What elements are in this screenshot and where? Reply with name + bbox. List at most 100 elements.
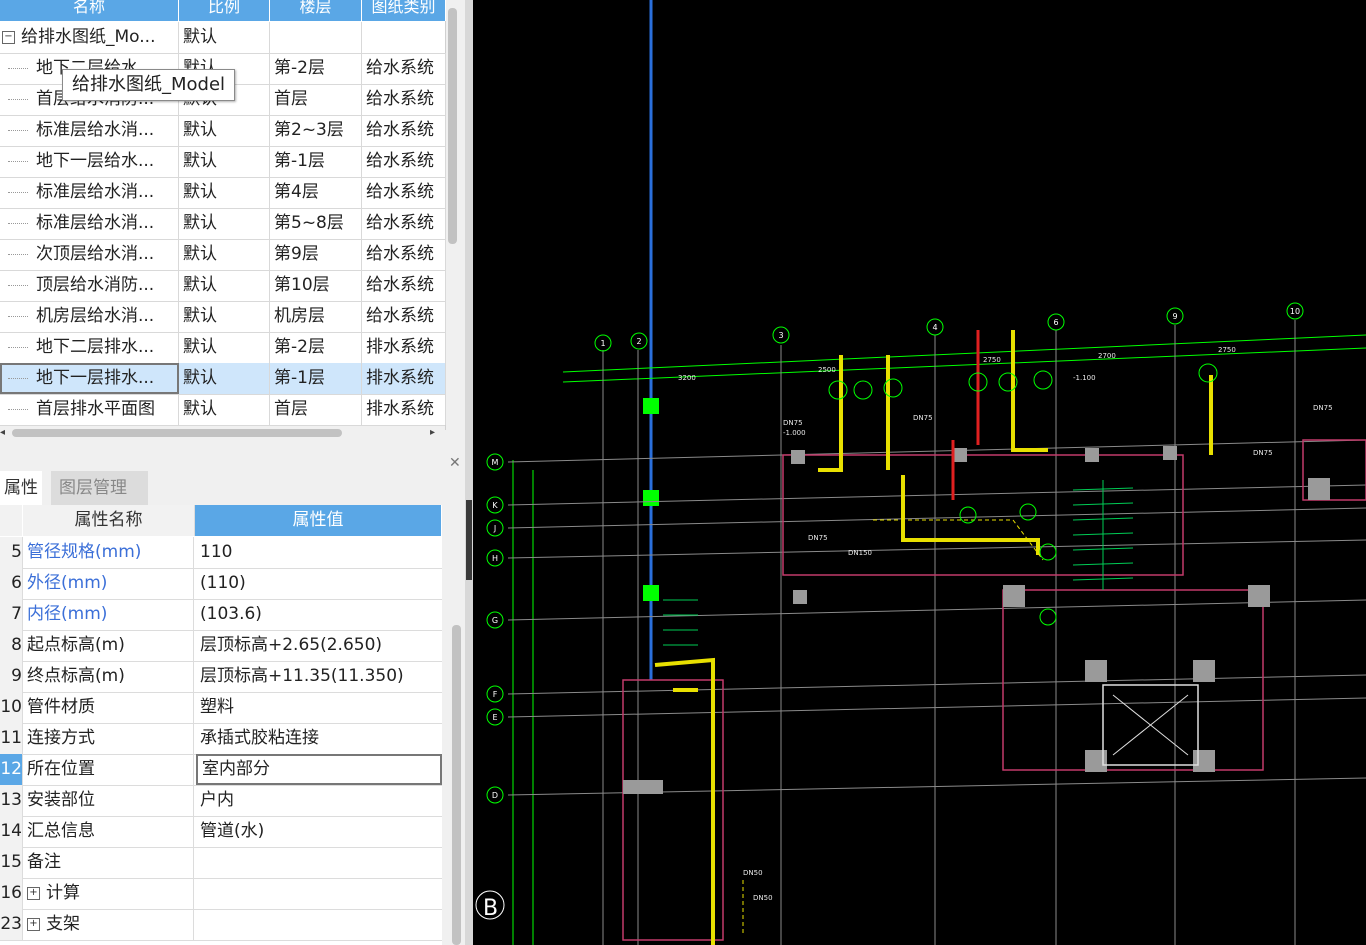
- property-value[interactable]: 110: [196, 537, 440, 568]
- property-name: 终点标高(m): [23, 661, 194, 692]
- col-header-category[interactable]: 图纸类别: [362, 0, 446, 21]
- property-value[interactable]: 户内: [196, 785, 440, 816]
- drawing-category: 给水系统: [362, 301, 446, 332]
- property-value[interactable]: [196, 909, 440, 940]
- tree-connector: [8, 192, 28, 193]
- close-icon[interactable]: ✕: [449, 455, 461, 471]
- property-index: 10: [0, 692, 23, 723]
- scroll-right-icon[interactable]: ▸: [430, 426, 435, 440]
- drawing-category: 给水系统: [362, 239, 446, 270]
- drawing-floor: 第9层: [270, 239, 362, 270]
- prop-header-name[interactable]: 属性名称: [23, 505, 195, 536]
- property-row[interactable]: 6 外径(mm) (110): [0, 568, 442, 600]
- prop-header-value[interactable]: 属性值: [195, 505, 441, 536]
- drawing-floor: 第10层: [270, 270, 362, 301]
- drawing-row[interactable]: 地下二层排水... 默认 第-2层 排水系统: [0, 332, 446, 364]
- col-header-floor[interactable]: 楼层: [270, 0, 362, 21]
- svg-text:DN75: DN75: [1253, 449, 1273, 457]
- scroll-left-icon[interactable]: ◂: [0, 426, 5, 440]
- drawing-scale: 默认: [179, 394, 270, 425]
- property-row[interactable]: 16 + 计算: [0, 878, 442, 910]
- property-grid-vscroll[interactable]: [452, 625, 461, 945]
- collapse-icon[interactable]: −: [2, 30, 15, 44]
- property-row[interactable]: 9 终点标高(m) 层顶标高+11.35(11.350): [0, 661, 442, 693]
- property-value[interactable]: [196, 847, 440, 878]
- grip-point[interactable]: [643, 398, 659, 414]
- property-row[interactable]: 7 内径(mm) (103.6): [0, 599, 442, 631]
- drawing-floor: 第-1层: [270, 363, 362, 394]
- drawing-row[interactable]: 地下一层排水... 默认 第-1层 排水系统: [0, 363, 446, 395]
- property-row[interactable]: 23 + 支架: [0, 909, 442, 941]
- drawing-root-row[interactable]: − 给排水图纸_Mo... 默认: [0, 22, 445, 54]
- property-row[interactable]: 14 汇总信息 管道(水): [0, 816, 442, 848]
- panel-splitter[interactable]: [465, 0, 473, 945]
- property-index: 15: [0, 847, 23, 878]
- drawing-row[interactable]: 次顶层给水消... 默认 第9层 给水系统: [0, 239, 446, 271]
- hscroll-thumb[interactable]: [12, 429, 342, 437]
- drawing-category: 给水系统: [362, 115, 446, 146]
- property-name: 备注: [23, 847, 194, 878]
- svg-text:DN50: DN50: [743, 869, 763, 877]
- property-name: 连接方式: [23, 723, 194, 754]
- property-value[interactable]: 管道(水): [196, 816, 440, 847]
- root-name: 给排水图纸_Mo...: [21, 27, 156, 47]
- axis-label: E: [492, 713, 497, 722]
- drawing-row[interactable]: 顶层给水消防... 默认 第10层 给水系统: [0, 270, 446, 302]
- svg-text:-1.000: -1.000: [783, 429, 806, 437]
- drawing-row[interactable]: 标准层给水消... 默认 第4层 给水系统: [0, 177, 446, 209]
- drawing-row[interactable]: 机房层给水消... 默认 机房层 给水系统: [0, 301, 446, 333]
- cad-drawing[interactable]: DN75 -1.000 DN75 DN150 DN75 -1.100 DN75 DN75…: [473, 0, 1366, 945]
- property-value[interactable]: [196, 878, 440, 909]
- property-value[interactable]: 层顶标高+2.65(2.650): [196, 630, 440, 661]
- tree-connector: [8, 409, 28, 410]
- drawing-list-hscroll[interactable]: ◂ ▸: [0, 426, 445, 440]
- property-value[interactable]: (110): [196, 568, 440, 599]
- property-row[interactable]: 5 管径规格(mm) 110: [0, 537, 442, 569]
- property-row[interactable]: 12 所在位置 室内部分: [0, 754, 442, 786]
- tree-connector: [8, 347, 28, 348]
- property-name: + 支架: [23, 909, 194, 940]
- axis-label: 6: [1053, 318, 1058, 327]
- expand-icon[interactable]: +: [27, 917, 40, 931]
- grip-point[interactable]: [643, 490, 659, 506]
- tab-layers[interactable]: 图层管理: [51, 471, 148, 505]
- expand-icon[interactable]: +: [27, 886, 40, 900]
- property-value[interactable]: 承插式胶粘连接: [196, 723, 440, 754]
- tree-connector: [8, 285, 28, 286]
- tree-connector: [8, 99, 28, 100]
- property-grid[interactable]: 属性名称 属性值 5 管径规格(mm) 110 6 外径(mm) (110) 7 内径(mm)…: [0, 505, 442, 945]
- col-header-scale[interactable]: 比例: [179, 0, 270, 21]
- svg-text:DN75: DN75: [808, 534, 828, 542]
- drawing-row[interactable]: 首层排水平面图 默认 首层 排水系统: [0, 394, 446, 426]
- property-row[interactable]: 13 安装部位 户内: [0, 785, 442, 817]
- property-row[interactable]: 11 连接方式 承插式胶粘连接: [0, 723, 442, 755]
- property-name: 管件材质: [23, 692, 194, 723]
- drawing-scale: 默认: [179, 270, 270, 301]
- drawing-row[interactable]: 地下一层给水... 默认 第-1层 给水系统: [0, 146, 446, 178]
- col-header-name[interactable]: 名称: [0, 0, 179, 21]
- property-value[interactable]: 层顶标高+11.35(11.350): [196, 661, 440, 692]
- tab-properties[interactable]: 属性: [0, 471, 42, 505]
- property-index: 12: [0, 754, 23, 785]
- splitter-grip[interactable]: [466, 500, 472, 580]
- property-value[interactable]: (103.6): [196, 599, 440, 630]
- property-row[interactable]: 10 管件材质 塑料: [0, 692, 442, 724]
- property-row[interactable]: 8 起点标高(m) 层顶标高+2.65(2.650): [0, 630, 442, 662]
- drawing-row[interactable]: 标准层给水消... 默认 第2~3层 给水系统: [0, 115, 446, 147]
- root-floor: [270, 22, 362, 53]
- grip-point[interactable]: [643, 585, 659, 601]
- prop-header-num: [0, 505, 22, 536]
- property-row[interactable]: 15 备注: [0, 847, 442, 879]
- cad-canvas[interactable]: DN75 -1.000 DN75 DN150 DN75 -1.100 DN75 DN75…: [473, 0, 1366, 945]
- drawing-category: 给水系统: [362, 208, 446, 239]
- property-name: 安装部位: [23, 785, 194, 816]
- property-value[interactable]: 塑料: [196, 692, 440, 723]
- tree-connector: [8, 378, 28, 379]
- drawing-list-vscroll[interactable]: [448, 8, 457, 244]
- axis-label: 3: [778, 331, 783, 340]
- property-value[interactable]: 室内部分: [196, 754, 442, 785]
- drawing-row[interactable]: 标准层给水消... 默认 第5~8层 给水系统: [0, 208, 446, 240]
- drawing-list[interactable]: 名称 比例 楼层 图纸类别 − 给排水图纸_Mo... 默认 地下二层给水... 默…: [0, 0, 457, 440]
- drawing-scale: 默认: [179, 146, 270, 177]
- axis-label: 1: [600, 339, 605, 348]
